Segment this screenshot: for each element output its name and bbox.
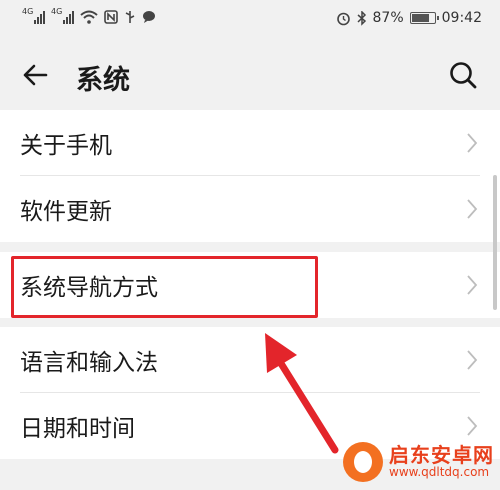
settings-group-1: 关于手机 软件更新	[0, 110, 500, 242]
watermark-url: www.qdltdq.com	[389, 465, 490, 480]
app-header: 系统	[0, 40, 500, 110]
settings-item-label: 日期和时间	[20, 416, 135, 442]
watermark-name: 启东安卓网	[389, 443, 494, 468]
cellular-signal-icon: 4G	[51, 7, 74, 24]
chevron-right-icon	[467, 199, 478, 219]
scrollbar[interactable]	[493, 175, 497, 310]
status-left: 4G 4G	[22, 7, 156, 24]
settings-group-3: 语言和输入法 日期和时间	[0, 327, 500, 459]
settings-item-label: 软件更新	[20, 199, 112, 225]
settings-item-label: 关于手机	[20, 133, 112, 159]
cellular-signal-icon: 4G	[22, 7, 45, 24]
settings-item-language-input[interactable]: 语言和输入法	[0, 327, 500, 393]
pointer-arrow-icon	[265, 333, 339, 454]
clock: 09:42	[441, 10, 482, 26]
message-icon	[143, 11, 155, 23]
highlight-box	[11, 256, 318, 318]
page-title: 系统	[76, 65, 130, 96]
battery-icon	[409, 12, 439, 24]
chevron-right-icon	[467, 350, 478, 370]
status-right: 87% 09:42	[336, 10, 482, 26]
settings-item-label: 语言和输入法	[20, 350, 158, 376]
arrow-left-icon[interactable]	[20, 60, 50, 90]
search-icon[interactable]	[448, 60, 478, 90]
settings-item-about-phone[interactable]: 关于手机	[0, 110, 500, 176]
chevron-right-icon	[467, 133, 478, 153]
nfc-icon	[104, 10, 118, 24]
battery-percent: 87%	[372, 10, 404, 26]
status-bar: 4G 4G 87% 09:42	[0, 0, 500, 40]
bluetooth-icon	[356, 10, 366, 26]
settings-item-software-update[interactable]: 软件更新	[0, 176, 500, 242]
watermark: 启东安卓网 www.qdltdq.com	[343, 442, 494, 482]
alarm-icon	[336, 12, 350, 25]
chevron-right-icon	[467, 416, 478, 436]
wifi-icon	[80, 10, 98, 24]
usb-icon	[125, 11, 135, 23]
battery-fill	[411, 14, 430, 22]
watermark-text: 启东安卓网 www.qdltdq.com	[389, 445, 494, 479]
chevron-right-icon	[467, 275, 478, 295]
watermark-logo-icon	[343, 442, 383, 482]
